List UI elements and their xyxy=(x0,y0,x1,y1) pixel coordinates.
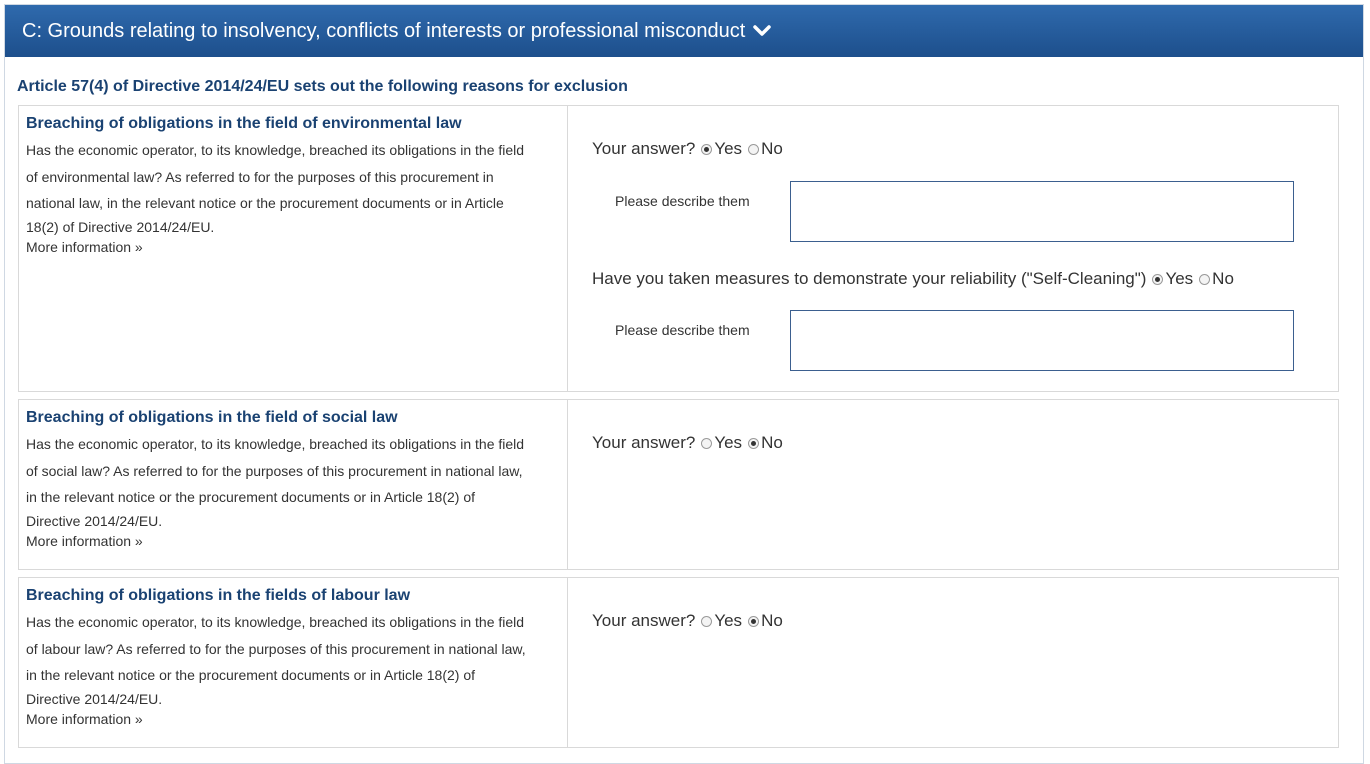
chevron-down-icon[interactable] xyxy=(753,24,772,38)
self-cleaning-question: Have you taken measures to demonstrate y… xyxy=(592,269,1234,289)
desc-line: in the relevant notice or the procuremen… xyxy=(26,489,476,505)
self-cleaning-yes-radio[interactable] xyxy=(1152,273,1164,285)
yes-radio[interactable] xyxy=(701,143,713,155)
criterion-title: Breaching of obligations in the field of… xyxy=(26,409,398,426)
yes-label: Yes xyxy=(714,139,743,158)
criterion-info: Breaching of obligations in the field of… xyxy=(19,106,568,391)
no-label: No xyxy=(761,433,783,452)
more-information-link[interactable]: More information » xyxy=(26,237,567,257)
answer-question: Your answer? Yes No xyxy=(592,433,783,453)
criterion-info: Breaching of obligations in the field of… xyxy=(19,400,568,569)
desc-line: 18(2) of Directive 2014/24/EU. xyxy=(26,218,215,235)
no-radio[interactable] xyxy=(748,437,760,449)
self-cleaning-label: Have you taken measures to demonstrate y… xyxy=(592,269,1147,288)
desc-line: Has the economic operator, to its knowle… xyxy=(26,142,525,158)
answer-question: Your answer? Yes No xyxy=(592,611,783,631)
desc-line: Has the economic operator, to its knowle… xyxy=(26,614,525,630)
self-cleaning-textarea[interactable] xyxy=(790,310,1294,371)
section-title: C: Grounds relating to insolvency, confl… xyxy=(22,20,746,42)
criterion-info: Breaching of obligations in the fields o… xyxy=(19,578,568,747)
criterion-description: Has the economic operator, to its knowle… xyxy=(26,609,546,709)
answer-question: Your answer? Yes No xyxy=(592,139,783,159)
no-radio[interactable] xyxy=(748,143,760,155)
yes-label: Yes xyxy=(1165,269,1194,288)
yes-label: Yes xyxy=(714,611,743,630)
criterion-row-labour: Breaching of obligations in the fields o… xyxy=(18,577,1339,748)
criterion-description: Has the economic operator, to its knowle… xyxy=(26,137,546,237)
describe-textarea[interactable] xyxy=(790,181,1294,242)
describe-label: Please describe them xyxy=(615,193,750,209)
answer-label: Your answer? xyxy=(592,139,696,158)
desc-line: of social law? As referred to for the pu… xyxy=(26,462,523,479)
no-label: No xyxy=(761,139,783,158)
section-intro: Article 57(4) of Directive 2014/24/EU se… xyxy=(17,78,628,95)
criterion-row-social: Breaching of obligations in the field of… xyxy=(18,399,1339,570)
criterion-title: Breaching of obligations in the field of… xyxy=(26,115,462,132)
self-cleaning-no-radio[interactable] xyxy=(1199,273,1211,285)
criterion-answer-area: Your answer? Yes No xyxy=(568,578,1338,747)
desc-line: in the relevant notice or the procuremen… xyxy=(26,667,476,683)
yes-radio[interactable] xyxy=(701,615,713,627)
answer-label: Your answer? xyxy=(592,611,696,630)
criterion-answer-area: Your answer? Yes No xyxy=(568,400,1338,569)
section-header[interactable]: C: Grounds relating to insolvency, confl… xyxy=(5,5,1363,57)
yes-label: Yes xyxy=(714,433,743,452)
criterion-answer-area: Your answer? Yes No Please describe them… xyxy=(568,106,1338,391)
more-information-link[interactable]: More information » xyxy=(26,531,567,551)
desc-line: Directive 2014/24/EU. xyxy=(26,512,163,529)
answer-label: Your answer? xyxy=(592,433,696,452)
yes-radio[interactable] xyxy=(701,437,713,449)
no-radio[interactable] xyxy=(748,615,760,627)
desc-line: of environmental law? As referred to for… xyxy=(26,168,494,185)
desc-line: of labour law? As referred to for the pu… xyxy=(26,640,526,657)
criterion-description: Has the economic operator, to its knowle… xyxy=(26,431,546,531)
desc-line: national law, in the relevant notice or … xyxy=(26,195,504,211)
more-information-link[interactable]: More information » xyxy=(26,709,567,729)
no-label: No xyxy=(761,611,783,630)
no-label: No xyxy=(1212,269,1234,288)
criterion-row-environmental: Breaching of obligations in the field of… xyxy=(18,105,1339,392)
describe-label: Please describe them xyxy=(615,322,750,338)
criterion-title: Breaching of obligations in the fields o… xyxy=(26,587,411,604)
desc-line: Has the economic operator, to its knowle… xyxy=(26,436,525,452)
desc-line: Directive 2014/24/EU. xyxy=(26,690,163,707)
